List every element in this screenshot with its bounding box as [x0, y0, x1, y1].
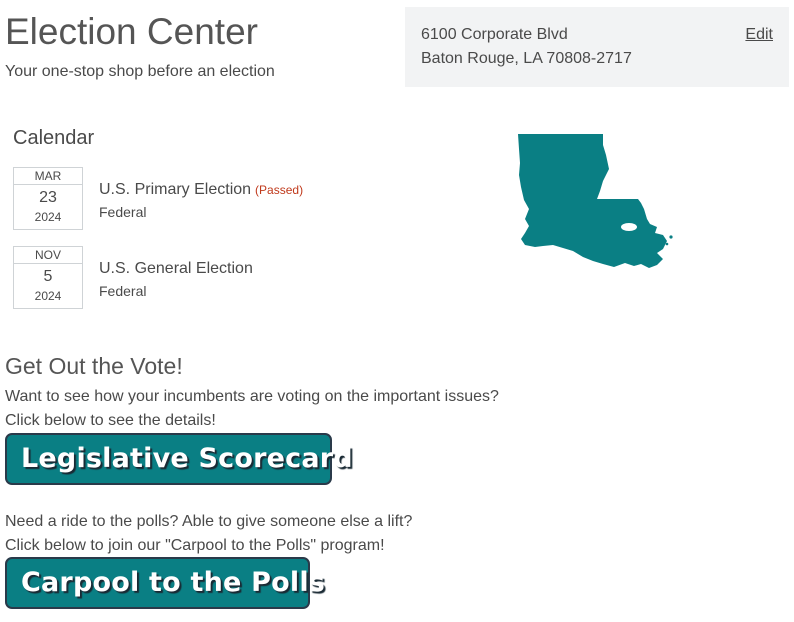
date-year: 2024 — [34, 289, 62, 303]
event-status-badge: (Passed) — [255, 183, 304, 197]
carpool-description: Need a ride to the polls? Able to give s… — [5, 513, 413, 530]
page-title: Election Center — [5, 11, 258, 52]
date-month: NOV — [14, 247, 82, 264]
address-line-1: 6100 Corporate Blvd — [421, 26, 568, 43]
date-month: MAR — [14, 168, 82, 185]
scorecard-description: Want to see how your incumbents are voti… — [5, 388, 499, 405]
date-badge: NOV 5 2024 — [13, 246, 83, 309]
carpool-to-the-polls-button[interactable]: Carpool to the Polls — [5, 557, 325, 609]
date-day: 23 — [39, 189, 57, 206]
event-title-text: U.S. Primary Election — [99, 181, 252, 198]
louisiana-state-icon — [518, 134, 673, 268]
address-card: 6100 Corporate Blvd Baton Rouge, LA 7080… — [405, 7, 789, 87]
legislative-scorecard-button[interactable]: Legislative Scorecard — [5, 433, 353, 485]
event-title-text: U.S. General Election — [99, 260, 253, 277]
event-type: Federal — [99, 204, 147, 220]
date-day: 5 — [43, 268, 53, 285]
date-year: 2024 — [34, 210, 62, 224]
carpool-instruction: Click below to join our "Carpool to the … — [5, 537, 385, 554]
event-title: U.S. General Election — [99, 259, 257, 279]
calendar-heading: Calendar — [13, 127, 95, 149]
event-type: Federal — [99, 283, 147, 299]
edit-address-link[interactable]: Edit — [745, 25, 773, 45]
date-badge: MAR 23 2024 — [13, 167, 83, 230]
event-title: U.S. Primary Election (Passed) — [99, 180, 303, 200]
scorecard-instruction: Click below to see the details! — [5, 412, 216, 429]
gotv-heading: Get Out the Vote! — [5, 353, 183, 379]
address-line-2: Baton Rouge, LA 70808-2717 — [421, 50, 632, 67]
page-subtitle: Your one-stop shop before an election — [5, 63, 275, 80]
